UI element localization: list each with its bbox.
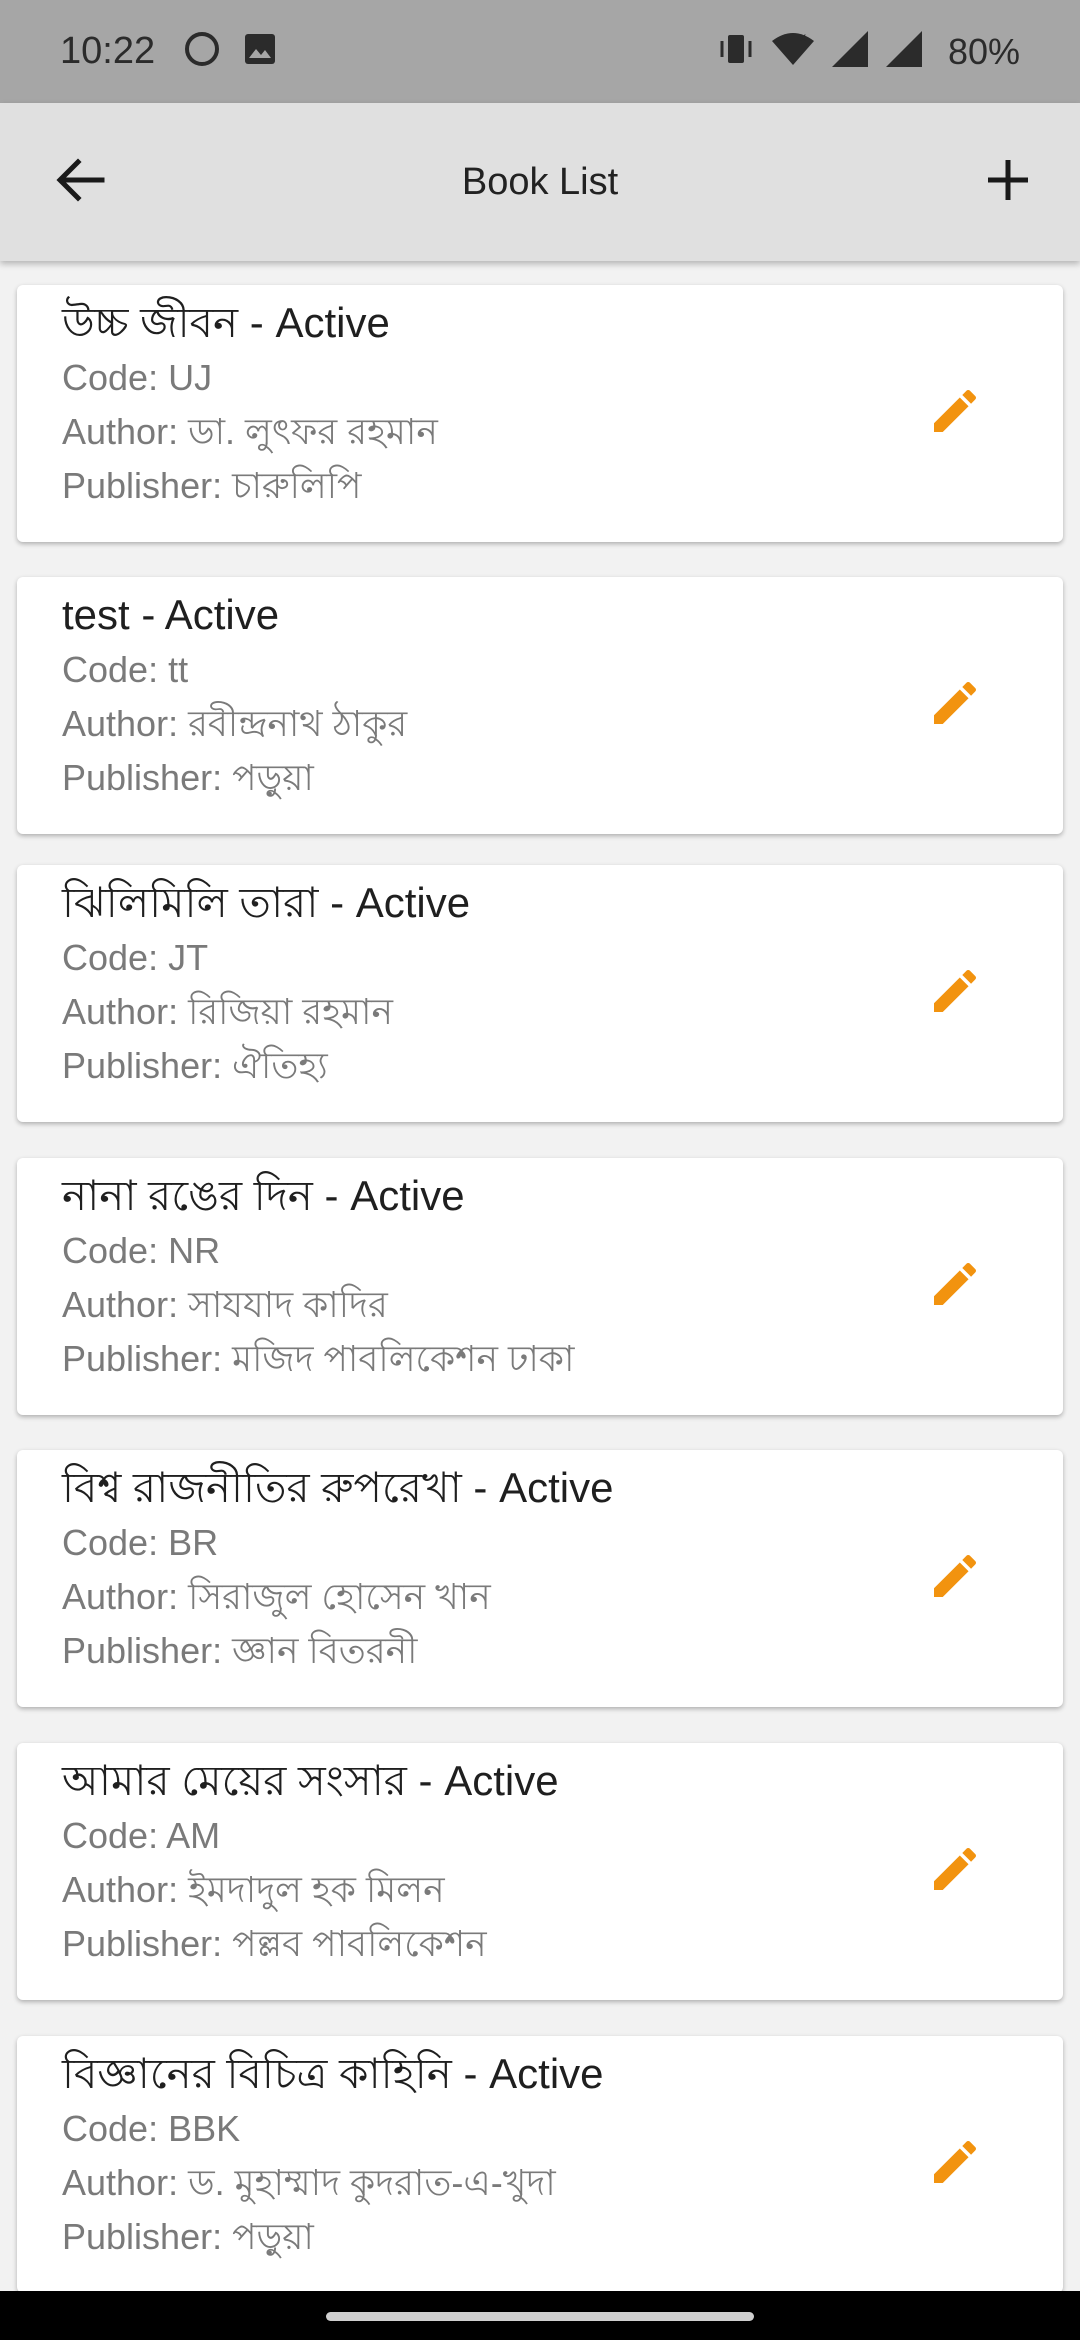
- book-publisher: Publisher: পল্লব পাবলিকেশন: [62, 1923, 487, 1964]
- book-code: Code: JT: [62, 937, 209, 978]
- circle-icon: [183, 30, 221, 73]
- edit-book-button[interactable]: [923, 382, 987, 446]
- status-time: 10:22: [60, 30, 156, 72]
- book-card[interactable]: test - Active Code: tt Author: রবীন্দ্রন…: [17, 577, 1063, 834]
- arrow-back-icon: [54, 154, 106, 211]
- book-author: Author: সাযযাদ কাদির: [62, 1284, 388, 1325]
- book-author: Author: ডা. লুৎফর রহমান: [62, 411, 438, 452]
- book-publisher: Publisher: জ্ঞান বিতরনী: [62, 1630, 418, 1671]
- book-card-text: বিশ্ব রাজনীতির রুপরেখা - Active Code: BR…: [62, 1460, 913, 1678]
- book-title: ঝিলিমিলি তারা - Active: [62, 879, 471, 926]
- book-card[interactable]: বিজ্ঞানের বিচিত্র কাহিনি - Active Code: …: [17, 2036, 1063, 2291]
- back-button[interactable]: [48, 150, 112, 214]
- edit-book-button[interactable]: [923, 962, 987, 1026]
- book-title: আমার মেয়ের সংসার - Active: [62, 1757, 559, 1804]
- book-title: নানা রঙের দিন - Active: [62, 1172, 465, 1219]
- book-card-text: নানা রঙের দিন - Active Code: NR Author: …: [62, 1168, 913, 1386]
- pencil-icon: [927, 383, 983, 444]
- pencil-icon: [927, 675, 983, 736]
- status-right-icons: x 80%: [716, 29, 1020, 74]
- page-title: Book List: [461, 160, 619, 203]
- edit-book-button[interactable]: [923, 1255, 987, 1319]
- book-publisher: Publisher: পড়ুয়া: [62, 757, 314, 798]
- book-author: Author: ইমদাদুল হক মিলন: [62, 1869, 445, 1910]
- book-card-text: আমার মেয়ের সংসার - Active Code: AM Auth…: [62, 1753, 913, 1971]
- book-list[interactable]: উচ্চ জীবন - Active Code: UJ Author: ডা. …: [0, 261, 1080, 2291]
- book-card[interactable]: উচ্চ জীবন - Active Code: UJ Author: ডা. …: [17, 285, 1063, 542]
- book-card-text: ঝিলিমিলি তারা - Active Code: JT Author: …: [62, 875, 913, 1093]
- book-card[interactable]: নানা রঙের দিন - Active Code: NR Author: …: [17, 1158, 1063, 1415]
- status-left-icons: [183, 30, 277, 73]
- book-author: Author: রবীন্দ্রনাথ ঠাকুর: [62, 703, 408, 744]
- status-bar: 10:22 x 80%: [0, 0, 1080, 103]
- book-author: Author: ড. মুহাম্মাদ কুদরাত-এ-খুদা: [62, 2162, 556, 2203]
- pencil-icon: [927, 1841, 983, 1902]
- book-code: Code: UJ: [62, 357, 213, 398]
- book-card-text: উচ্চ জীবন - Active Code: UJ Author: ডা. …: [62, 295, 913, 513]
- book-code: Code: tt: [62, 649, 189, 690]
- book-card-text: test - Active Code: tt Author: রবীন্দ্রন…: [62, 587, 913, 805]
- pencil-icon: [927, 2134, 983, 2195]
- wifi-icon: x: [770, 29, 816, 74]
- system-nav-bar: [0, 2291, 1080, 2340]
- book-author: Author: রিজিয়া রহমান: [62, 991, 393, 1032]
- book-publisher: Publisher: পড়ুয়া: [62, 2216, 314, 2257]
- book-code: Code: BR: [62, 1522, 219, 1563]
- edit-book-button[interactable]: [923, 1547, 987, 1611]
- book-title: test - Active: [62, 591, 280, 638]
- book-card[interactable]: ঝিলিমিলি তারা - Active Code: JT Author: …: [17, 865, 1063, 1122]
- pencil-icon: [927, 1256, 983, 1317]
- plus-icon: [984, 156, 1032, 209]
- image-icon: [243, 32, 277, 71]
- cell-signal-icon: [830, 29, 870, 74]
- book-code: Code: BBK: [62, 2108, 241, 2149]
- book-title: বিজ্ঞানের বিচিত্র কাহিনি - Active: [62, 2050, 604, 2097]
- edit-book-button[interactable]: [923, 2133, 987, 2197]
- edit-book-button[interactable]: [923, 674, 987, 738]
- cell-signal-icon: [884, 29, 924, 74]
- add-book-button[interactable]: [976, 150, 1040, 214]
- book-publisher: Publisher: ঐতিহ্য: [62, 1045, 328, 1086]
- book-publisher: Publisher: চারুলিপি: [62, 465, 362, 506]
- svg-text:x: x: [800, 30, 806, 44]
- book-code: Code: NR: [62, 1230, 221, 1271]
- edit-book-button[interactable]: [923, 1840, 987, 1904]
- home-gesture-handle[interactable]: [326, 2312, 754, 2321]
- pencil-icon: [927, 1548, 983, 1609]
- book-code: Code: AM: [62, 1815, 221, 1856]
- book-title: বিশ্ব রাজনীতির রুপরেখা - Active: [62, 1464, 614, 1511]
- book-card[interactable]: বিশ্ব রাজনীতির রুপরেখা - Active Code: BR…: [17, 1450, 1063, 1707]
- battery-percentage: 80%: [947, 30, 1020, 72]
- book-card-text: বিজ্ঞানের বিচিত্র কাহিনি - Active Code: …: [62, 2046, 913, 2264]
- book-card[interactable]: আমার মেয়ের সংসার - Active Code: AM Auth…: [17, 1743, 1063, 2000]
- book-author: Author: সিরাজুল হোসেন খান: [62, 1576, 491, 1617]
- vibrate-icon: [716, 29, 756, 74]
- book-title: উচ্চ জীবন - Active: [62, 299, 390, 346]
- book-publisher: Publisher: মজিদ পাবলিকেশন ঢাকা: [62, 1338, 575, 1379]
- app-bar: Book List: [0, 103, 1080, 261]
- pencil-icon: [927, 963, 983, 1024]
